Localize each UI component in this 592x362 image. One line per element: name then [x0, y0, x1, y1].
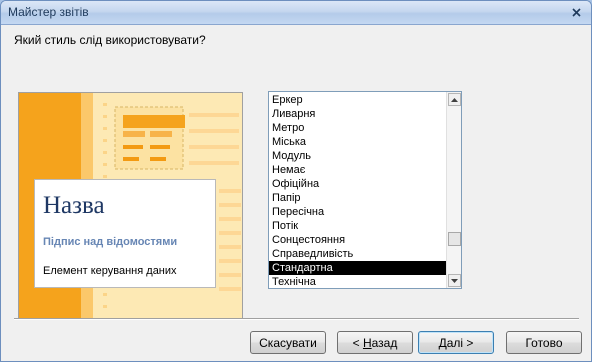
style-listbox[interactable]: Еркер Ливарня Метро Міська Модуль Немає Офіцій…	[268, 91, 462, 289]
style-list-item[interactable]: Міська	[269, 135, 447, 149]
style-list-item[interactable]: Модуль	[269, 149, 447, 163]
style-list-item[interactable]: Стандартна	[269, 261, 447, 275]
style-list-item[interactable]: Потік	[269, 219, 447, 233]
style-list-item[interactable]: Еркер	[269, 93, 447, 107]
style-list-item[interactable]: Справедливість	[269, 247, 447, 261]
style-list-items: Еркер Ливарня Метро Міська Модуль Немає Офіцій…	[269, 93, 447, 288]
scroll-down-button[interactable]	[448, 274, 461, 287]
style-list-item[interactable]: Технічна	[269, 275, 447, 288]
cancel-button[interactable]: Скасувати	[250, 331, 326, 354]
style-list-item[interactable]: Пересічна	[269, 205, 447, 219]
next-button-accesskey: Д	[438, 335, 447, 350]
window-title: Майстер звітів	[8, 5, 89, 19]
chevron-down-icon	[451, 278, 458, 283]
listbox-scrollbar[interactable]	[446, 92, 461, 288]
style-list-item[interactable]: Сонцестояння	[269, 233, 447, 247]
back-button-accesskey: Н	[362, 335, 372, 350]
next-button-label: алі >	[446, 335, 474, 350]
scroll-thumb[interactable]	[448, 232, 461, 246]
style-list-item[interactable]: Метро	[269, 121, 447, 135]
wizard-body: Який стиль слід використовувати? Назва П…	[1, 26, 591, 361]
style-list-item[interactable]: Папір	[269, 191, 447, 205]
report-wizard-window: Майстер звітів Який стиль слід використо…	[0, 0, 592, 362]
scroll-up-button[interactable]	[448, 93, 461, 106]
back-button[interactable]: < Назад	[337, 331, 413, 354]
style-question: Який стиль слід використовувати?	[14, 33, 206, 47]
preview-control-text: Елемент керування даних	[43, 265, 177, 277]
title-bar: Майстер звітів	[1, 1, 591, 25]
style-list-item[interactable]: Немає	[269, 163, 447, 177]
preview-title: Назва	[43, 192, 105, 219]
style-list-item[interactable]: Офіційна	[269, 177, 447, 191]
chevron-up-icon	[451, 97, 458, 102]
finish-button[interactable]: Готово	[506, 331, 582, 354]
style-list-item[interactable]: Ливарня	[269, 107, 447, 121]
close-icon[interactable]	[568, 5, 585, 20]
preview-subtitle: Підпис над відомостями	[43, 236, 178, 248]
next-button[interactable]: Далі >	[418, 331, 494, 354]
preview-report-card: Назва Підпис над відомостями Елемент кер…	[34, 179, 216, 288]
back-button-label: азад	[371, 335, 398, 350]
back-button-prefix: <	[352, 335, 363, 350]
style-preview: Назва Підпис над відомостями Елемент кер…	[18, 92, 243, 319]
footer-separator	[14, 318, 579, 320]
